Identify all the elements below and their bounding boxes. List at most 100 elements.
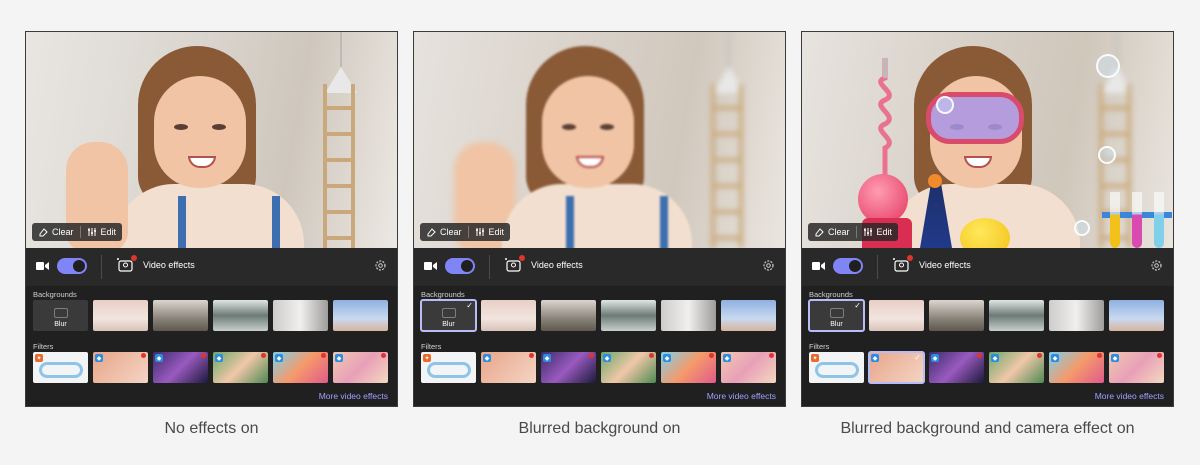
filter-tile[interactable]: ◆ [989, 352, 1044, 383]
filter-tile[interactable]: ◆ [213, 352, 268, 383]
camera-icon [424, 262, 437, 270]
clear-label: Clear [52, 227, 74, 237]
control-bar: Video effects [26, 248, 397, 286]
sliders-icon [87, 228, 96, 236]
test-tube [1154, 192, 1164, 248]
filter-tile[interactable]: ◆ [1049, 352, 1104, 383]
bubble [936, 96, 954, 114]
filter-tile[interactable]: ✦ [33, 352, 88, 383]
filter-tile[interactable]: ◆ [333, 352, 388, 383]
video-effects-label[interactable]: Video effects [143, 260, 195, 270]
filter-tile[interactable]: ✦ [421, 352, 476, 383]
camera-toggle[interactable] [57, 258, 87, 274]
filter-tile[interactable]: ◆ [273, 352, 328, 383]
badge-icon: ◆ [155, 354, 163, 362]
filter-tile[interactable]: ◆ [661, 352, 716, 383]
camera-icon [812, 262, 825, 270]
filter-tile[interactable]: ◆ [541, 352, 596, 383]
badge-icon: ◆ [335, 354, 343, 362]
background-tile[interactable] [1049, 300, 1104, 331]
bubble [1098, 146, 1116, 164]
edit-button[interactable]: Edit [857, 223, 899, 241]
badge-icon: ◆ [95, 354, 103, 362]
background-blur-tile[interactable]: ✓ Blur [420, 299, 477, 332]
gear-icon[interactable] [762, 259, 775, 272]
badge-icon: ◆ [1051, 354, 1059, 362]
control-bar: Video effects [414, 248, 785, 286]
filter-tile[interactable]: ◆ [721, 352, 776, 383]
edit-label: Edit [876, 227, 893, 237]
background-tile[interactable] [213, 300, 268, 331]
background-tile[interactable] [541, 300, 596, 331]
filters-row: ✦ ◆ ◆ ◆ ◆ ◆ [33, 352, 388, 383]
bubble [1074, 220, 1090, 236]
background-blur-tile[interactable]: ✓ Blur [808, 299, 865, 332]
badge-icon: ◆ [723, 354, 731, 362]
background-tile[interactable] [661, 300, 716, 331]
camera-toggle[interactable] [445, 258, 475, 274]
filter-tile[interactable]: ◆ [1109, 352, 1164, 383]
backgrounds-heading: Backgrounds [421, 290, 465, 299]
badge-icon: ◆ [483, 354, 491, 362]
filter-tile[interactable]: ✦ [809, 352, 864, 383]
filter-tile[interactable]: ◆ [601, 352, 656, 383]
eraser-icon [815, 228, 824, 237]
clear-label: Clear [440, 227, 462, 237]
backgrounds-row: ✓ Blur [808, 299, 1164, 332]
backgrounds-heading: Backgrounds [33, 290, 77, 299]
video-effects-panel: Clear Edit Video effects Backgrounds ✓ Bl… [801, 31, 1174, 407]
background-tile[interactable] [1109, 300, 1164, 331]
background-tile[interactable] [721, 300, 776, 331]
background-tile[interactable] [929, 300, 984, 331]
person [454, 46, 694, 248]
background-blur-tile[interactable]: Blur [33, 300, 88, 331]
video-toolbar: Clear Edit [32, 223, 123, 241]
filters-heading: Filters [809, 342, 830, 351]
pink-flask-effect [858, 174, 908, 224]
filter-tile[interactable]: ◆ [481, 352, 536, 383]
background-tile[interactable] [333, 300, 388, 331]
notification-dot [907, 255, 913, 261]
filter-tile[interactable]: ◆ [93, 352, 148, 383]
edit-button[interactable]: Edit [81, 223, 123, 241]
wooden-ladder [711, 84, 743, 248]
checkmark-icon: ✓ [854, 301, 861, 310]
caption: No effects on [164, 420, 259, 437]
backgrounds-row: Blur [33, 300, 388, 331]
notification-dot [519, 255, 525, 261]
badge-icon: ◆ [663, 354, 671, 362]
camera-toggle[interactable] [833, 258, 863, 274]
background-tile[interactable] [273, 300, 328, 331]
background-tile[interactable] [989, 300, 1044, 331]
clear-button[interactable]: Clear [32, 223, 80, 241]
video-effects-label[interactable]: Video effects [531, 260, 583, 270]
background-tile[interactable] [93, 300, 148, 331]
filter-tile[interactable]: ◆ ✓ [868, 351, 925, 384]
backgrounds-heading: Backgrounds [809, 290, 853, 299]
more-video-effects-link[interactable]: More video effects [319, 391, 388, 401]
edit-label: Edit [100, 227, 117, 237]
filter-tile[interactable]: ◆ [153, 352, 208, 383]
more-video-effects-link[interactable]: More video effects [1095, 391, 1164, 401]
eraser-icon [39, 228, 48, 237]
background-tile[interactable] [153, 300, 208, 331]
blur-label: Blur [442, 321, 455, 328]
edit-button[interactable]: Edit [469, 223, 511, 241]
background-tile[interactable] [869, 300, 924, 331]
filters-heading: Filters [421, 342, 442, 351]
eraser-icon [427, 228, 436, 237]
filters-heading: Filters [33, 342, 54, 351]
clear-label: Clear [828, 227, 850, 237]
more-video-effects-link[interactable]: More video effects [707, 391, 776, 401]
badge-icon: ◆ [1111, 354, 1119, 362]
background-tile[interactable] [601, 300, 656, 331]
gear-icon[interactable] [374, 259, 387, 272]
filter-tile[interactable]: ◆ [929, 352, 984, 383]
background-tile[interactable] [481, 300, 536, 331]
gear-icon[interactable] [1150, 259, 1163, 272]
clear-button[interactable]: Clear [420, 223, 468, 241]
video-effects-label[interactable]: Video effects [919, 260, 971, 270]
control-bar: Video effects [802, 248, 1173, 286]
filters-row: ✦ ◆ ◆ ◆ ◆ ◆ [421, 352, 776, 383]
clear-button[interactable]: Clear [808, 223, 856, 241]
